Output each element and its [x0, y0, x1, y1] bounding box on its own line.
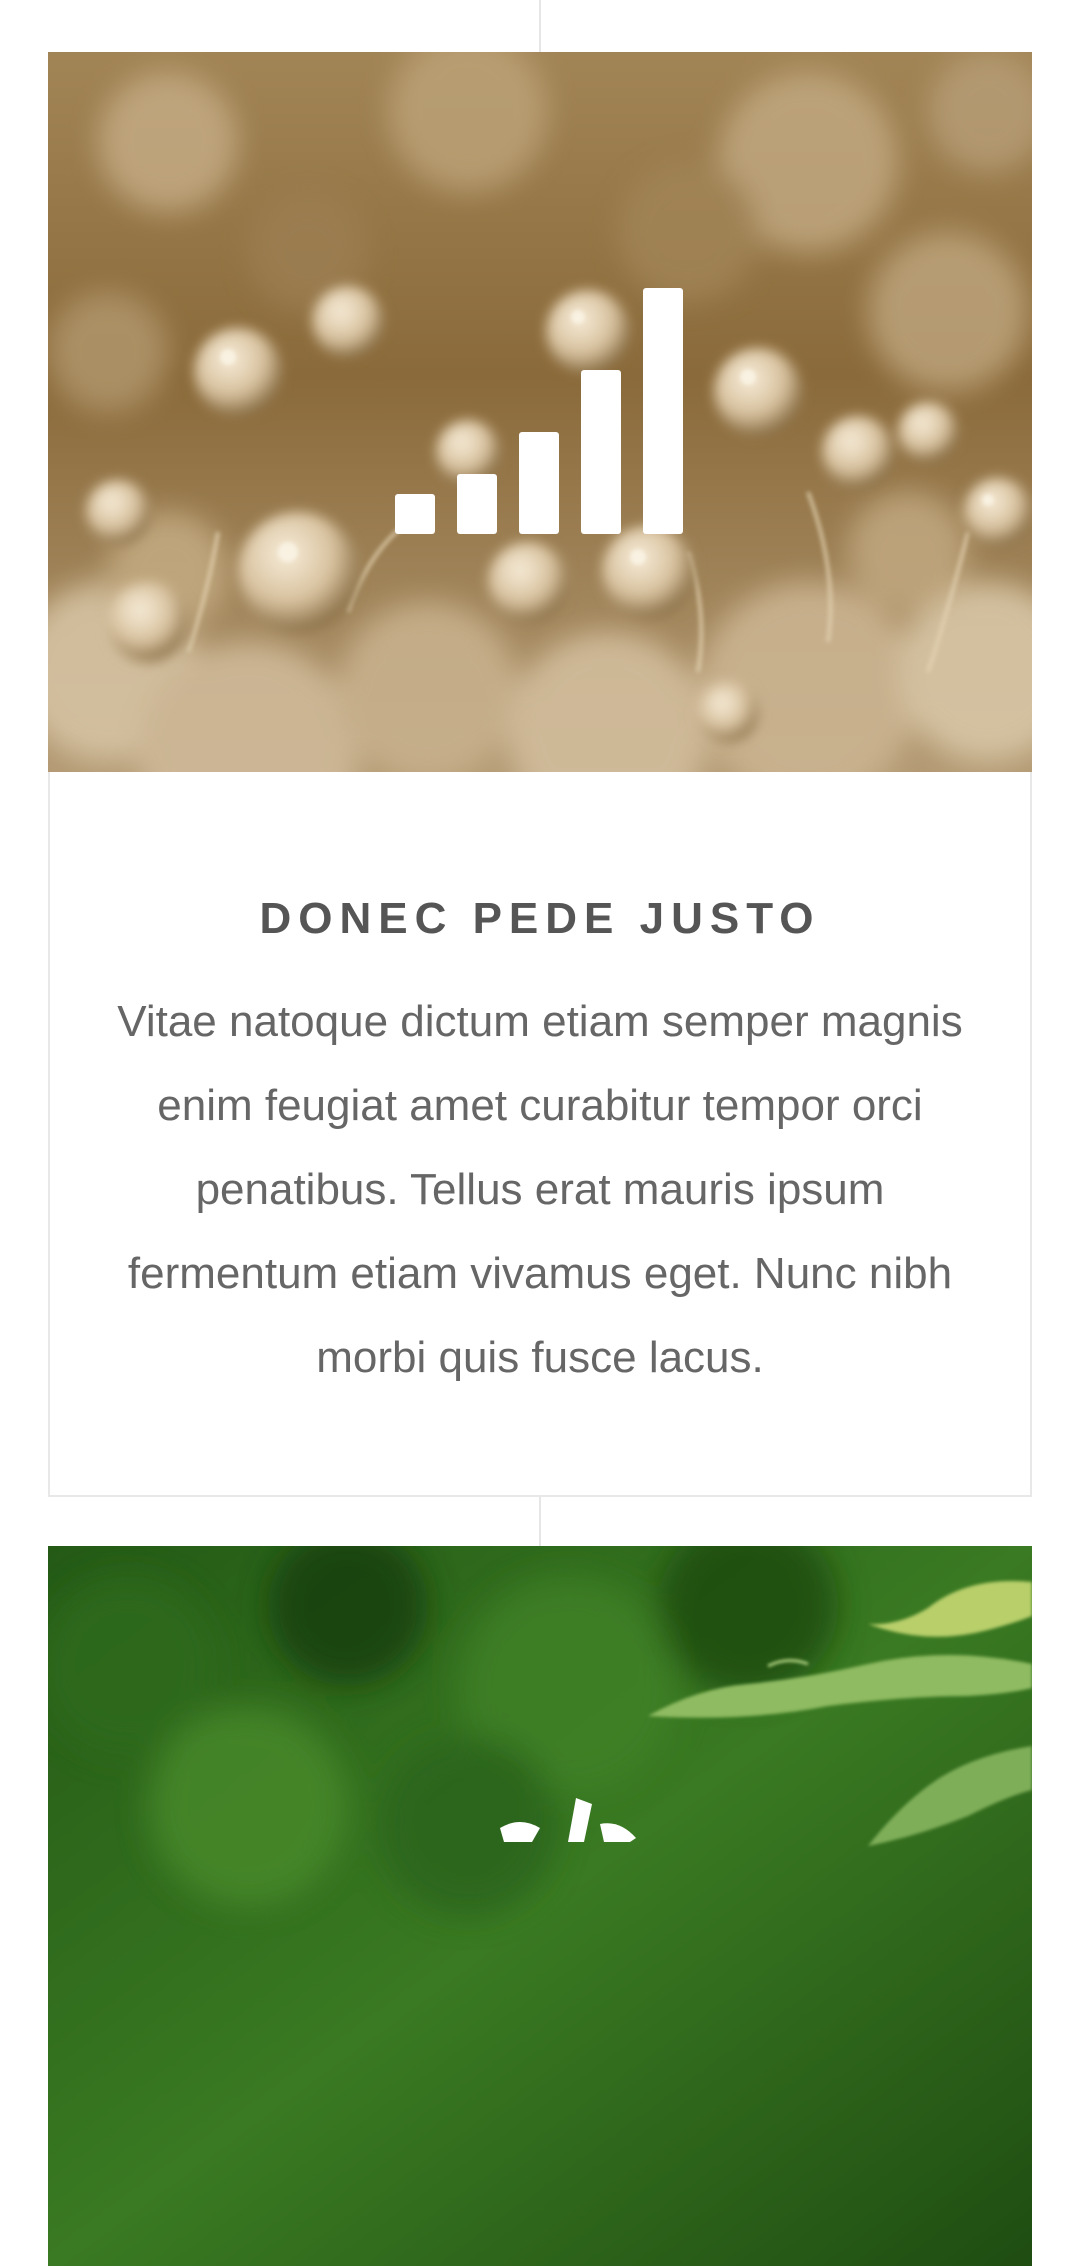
card-description: Vitae natoque dictum etiam semper magnis…: [117, 997, 963, 1382]
green-leaves-photo: [48, 1546, 1032, 2266]
timeline-card: DONEC PEDE JUSTO Vitae natoque dictum et…: [48, 52, 1032, 1497]
card-body: DONEC PEDE JUSTO Vitae natoque dictum et…: [48, 772, 1032, 1497]
timeline-card: [48, 1546, 1032, 2266]
signal-bars-icon: [395, 288, 683, 534]
card-image: [48, 52, 1032, 772]
card-image: [48, 1546, 1032, 2266]
card-title: DONEC PEDE JUSTO: [259, 894, 821, 943]
leaf-sprout-icon: [500, 1798, 636, 1842]
